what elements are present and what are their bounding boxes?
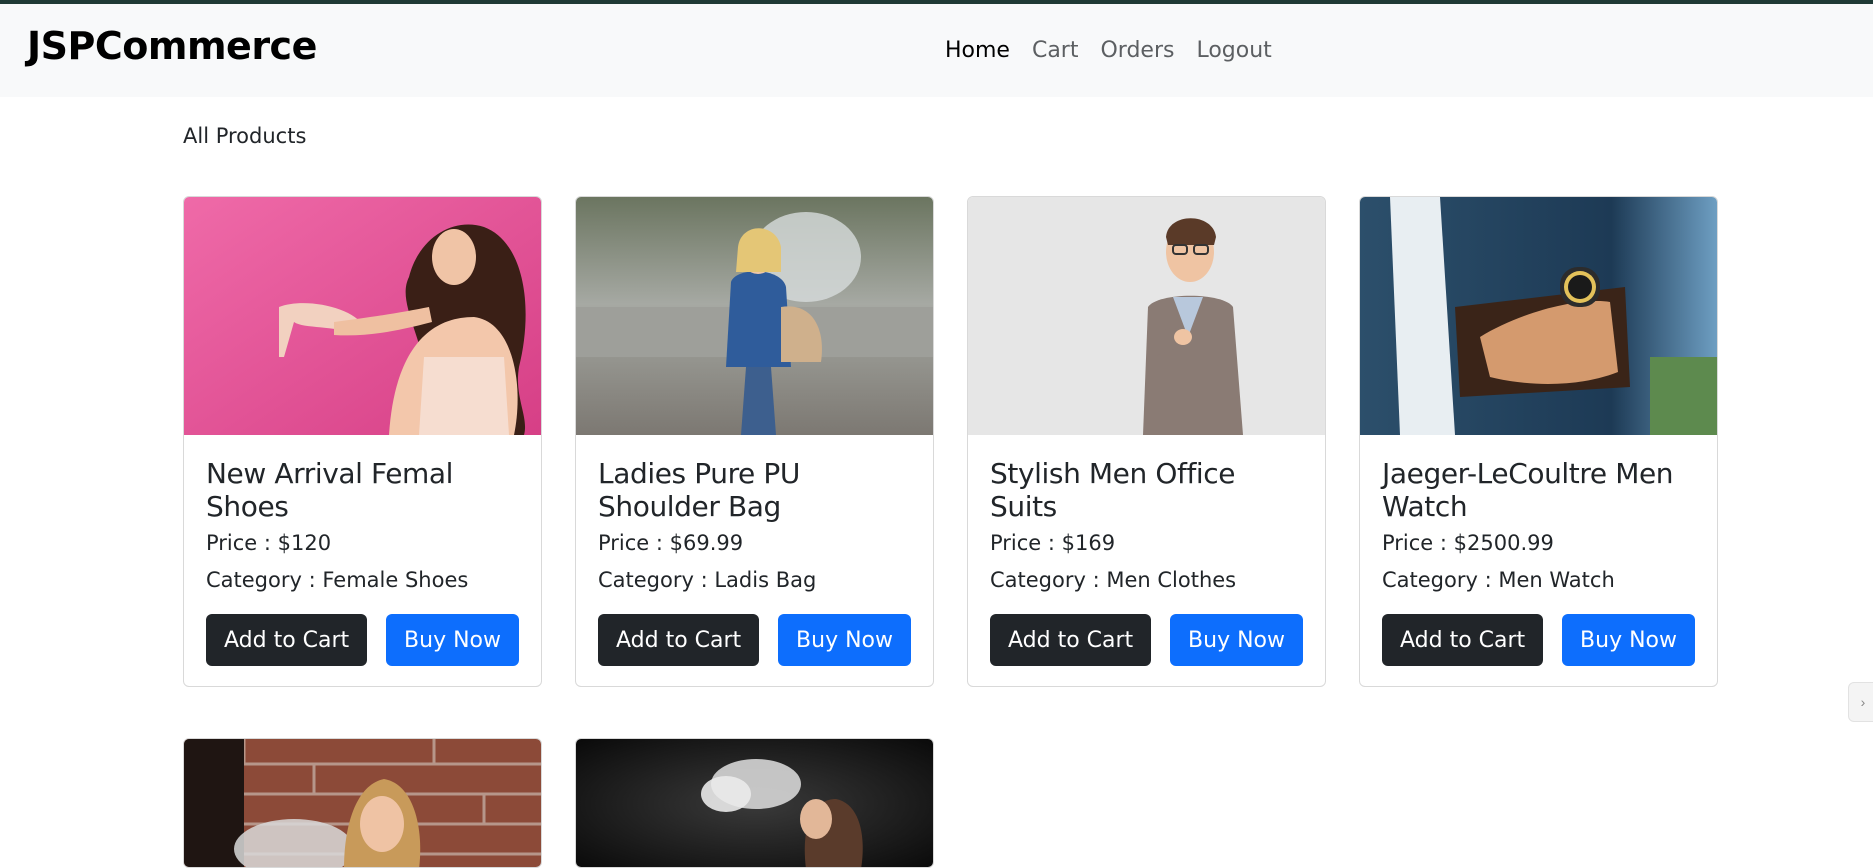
product-image-woman-with-shoe[interactable] [184, 197, 541, 435]
product-card [183, 738, 542, 868]
product-card [575, 738, 934, 868]
product-image-woman-with-bag[interactable] [576, 197, 933, 435]
product-category: Category : Men Clothes [990, 568, 1237, 593]
product-card: Jaeger-LeCoultre Men Watch Price : $2500… [1359, 196, 1718, 688]
add-to-cart-button[interactable]: Add to Cart [990, 614, 1152, 667]
buy-now-button[interactable]: Buy Now [1562, 614, 1695, 667]
add-to-cart-button[interactable]: Add to Cart [1382, 614, 1544, 667]
nav-links: Home Cart Orders Logout [945, 38, 1294, 63]
product-image-man-in-suit[interactable] [968, 197, 1325, 435]
buy-now-button[interactable]: Buy Now [1170, 614, 1303, 667]
product-card: Ladies Pure PU Shoulder Bag Price : $69.… [575, 196, 934, 688]
product-card: Stylish Men Office Suits Price : $169 Ca… [967, 196, 1326, 688]
product-category: Category : Men Watch [1382, 568, 1615, 593]
product-title: Stylish Men Office Suits [990, 457, 1236, 524]
buy-now-button[interactable]: Buy Now [386, 614, 519, 667]
product-card: New Arrival Femal Shoes Price : $120 Cat… [183, 196, 542, 688]
brand-logo[interactable]: JSPCommerce [27, 24, 317, 68]
page-title: All Products [183, 124, 307, 148]
add-to-cart-button[interactable]: Add to Cart [598, 614, 760, 667]
nav-cart[interactable]: Cart [1032, 38, 1079, 63]
navbar: JSPCommerce Home Cart Orders Logout [0, 4, 1873, 97]
product-image-watch-on-wrist[interactable] [1360, 197, 1717, 435]
product-price: Price : $69.99 [598, 531, 744, 556]
product-title: New Arrival Femal Shoes [206, 457, 454, 524]
buy-now-button[interactable]: Buy Now [778, 614, 911, 667]
product-title: Jaeger-LeCoultre Men Watch [1382, 457, 1674, 524]
add-to-cart-button[interactable]: Add to Cart [206, 614, 368, 667]
nav-orders[interactable]: Orders [1100, 38, 1174, 63]
nav-home[interactable]: Home [945, 38, 1010, 63]
product-price: Price : $120 [206, 531, 332, 556]
nav-logout[interactable]: Logout [1196, 38, 1271, 63]
product-title: Ladies Pure PU Shoulder Bag [598, 457, 800, 524]
side-panel-toggle[interactable]: › [1848, 682, 1873, 722]
product-category: Category : Female Shoes [206, 568, 469, 593]
product-image-woman-vaping[interactable] [576, 739, 933, 867]
product-category: Category : Ladis Bag [598, 568, 817, 593]
product-price: Price : $2500.99 [1382, 531, 1554, 556]
product-price: Price : $169 [990, 531, 1116, 556]
product-image-woman-brick-wall[interactable] [184, 739, 541, 867]
